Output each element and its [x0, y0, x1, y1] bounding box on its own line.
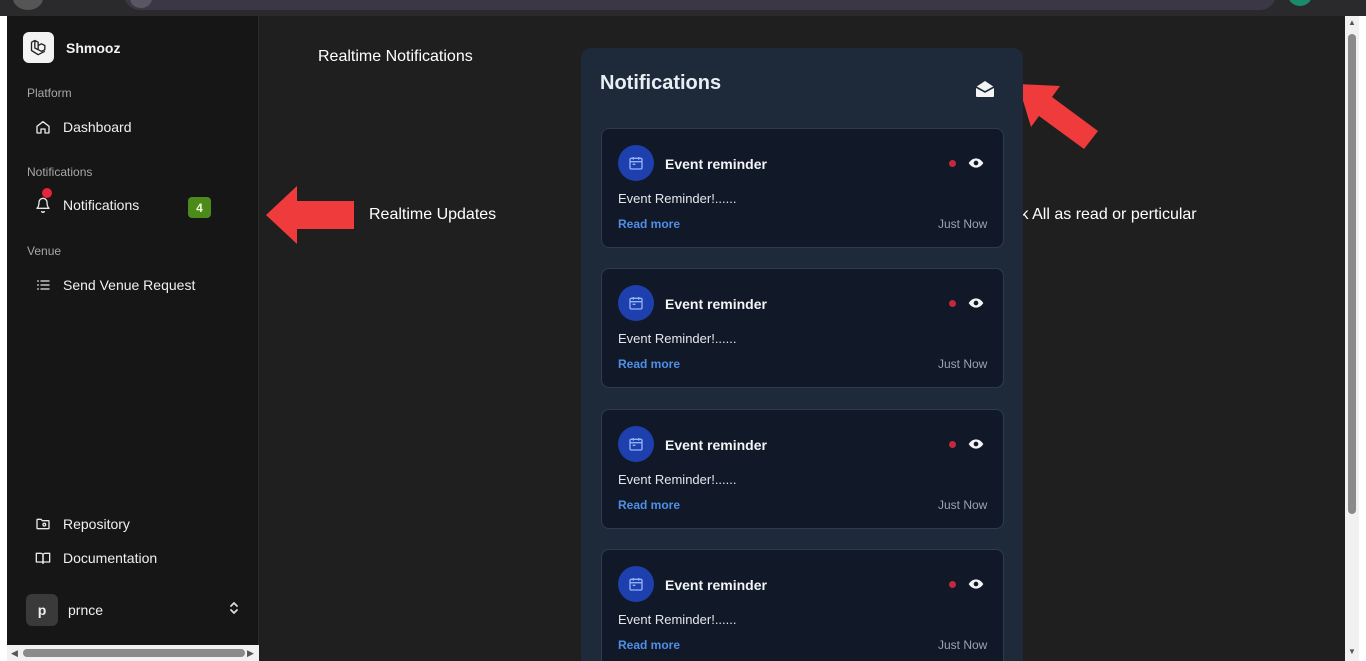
mark-all-read-button[interactable] — [975, 80, 995, 98]
calendar-icon — [618, 285, 654, 321]
horizontal-scroll-thumb[interactable] — [23, 649, 245, 657]
eye-icon — [968, 439, 984, 456]
sidebar-item-repository[interactable]: Repository — [34, 515, 130, 533]
sidebar-item-label: Notifications — [63, 197, 140, 213]
browser-address-bar[interactable] — [124, 0, 1276, 10]
notification-title: Event reminder — [665, 296, 767, 312]
notification-card[interactable]: Event reminder Event Reminder!...... Rea… — [601, 128, 1004, 248]
notification-card[interactable]: Event reminder Event Reminder!...... Rea… — [601, 268, 1004, 388]
annotation-arrow-diagonal — [1018, 84, 1098, 149]
bell-icon — [34, 188, 52, 214]
sidebar-item-label: Dashboard — [63, 119, 132, 135]
annotation-realtime-updates: Realtime Updates — [369, 206, 497, 223]
mark-read-button[interactable] — [968, 295, 984, 311]
notification-message: Event Reminder!...... — [618, 612, 737, 627]
book-open-icon — [34, 549, 52, 567]
panel-title: Notifications — [600, 72, 722, 94]
vertical-scrollbar[interactable]: ▲ ▼ — [1345, 16, 1359, 661]
eye-icon — [968, 298, 984, 315]
scroll-left-icon[interactable]: ◀ — [11, 648, 18, 659]
site-info-icon[interactable] — [130, 0, 152, 8]
browser-top-strip — [0, 0, 1366, 16]
unread-indicator — [949, 441, 956, 448]
sidebar-item-send-venue-request[interactable]: Send Venue Request — [34, 276, 195, 294]
calendar-icon — [618, 145, 654, 181]
sidebar-item-dashboard[interactable]: Dashboard — [34, 118, 132, 136]
notification-message: Event Reminder!...... — [618, 472, 737, 487]
user-name: prnce — [68, 602, 104, 618]
read-more-link[interactable]: Read more — [618, 357, 680, 371]
user-menu[interactable]: p prnce — [26, 594, 240, 626]
scroll-down-icon[interactable]: ▼ — [1348, 647, 1356, 656]
calendar-icon — [618, 426, 654, 462]
laravel-logo-icon — [23, 32, 54, 63]
notification-time: Just Now — [938, 217, 988, 231]
notification-title: Event reminder — [665, 156, 767, 172]
sidebar: Shmooz Platform Dashboard Notifications … — [7, 16, 259, 645]
unread-indicator — [949, 300, 956, 307]
annotation-arrow-left — [266, 186, 354, 244]
mark-read-button[interactable] — [968, 436, 984, 452]
app-name: Shmooz — [66, 39, 121, 56]
annotation-mark-all: Mark All as read or perticular — [993, 206, 1197, 223]
notification-card[interactable]: Event reminder Event Reminder!...... Rea… — [601, 549, 1004, 661]
chevrons-up-down-icon — [228, 601, 240, 620]
sidebar-item-label: Repository — [63, 516, 130, 532]
sidebar-item-documentation[interactable]: Documentation — [34, 549, 157, 567]
mark-read-button[interactable] — [968, 155, 984, 171]
sidebar-item-label: Send Venue Request — [63, 277, 196, 293]
sidebar-item-notifications[interactable]: Notifications — [34, 188, 140, 214]
avatar: p — [26, 594, 58, 626]
sidebar-item-label: Documentation — [63, 550, 158, 566]
vertical-scroll-thumb[interactable] — [1348, 34, 1356, 514]
notifications-panel: Notifications Event reminder Event Remin… — [581, 48, 1023, 661]
read-more-link[interactable]: Read more — [618, 217, 680, 231]
scroll-right-icon[interactable]: ▶ — [247, 648, 254, 659]
section-label-platform: Platform — [27, 86, 72, 100]
scroll-up-icon[interactable]: ▲ — [1348, 18, 1356, 27]
read-more-link[interactable]: Read more — [618, 498, 680, 512]
mark-read-button[interactable] — [968, 576, 984, 592]
annotation-realtime-notifications: Realtime Notifications — [318, 48, 473, 65]
eye-icon — [968, 579, 984, 596]
notification-card[interactable]: Event reminder Event Reminder!...... Rea… — [601, 409, 1004, 529]
calendar-icon — [618, 566, 654, 602]
horizontal-scrollbar[interactable]: ◀ ▶ — [7, 645, 259, 661]
eye-icon — [968, 158, 984, 175]
notification-title: Event reminder — [665, 577, 767, 593]
notification-time: Just Now — [938, 498, 988, 512]
notification-title: Event reminder — [665, 437, 767, 453]
folder-git-icon — [34, 515, 52, 533]
notification-time: Just Now — [938, 638, 988, 652]
notification-time: Just Now — [938, 357, 988, 371]
notification-message: Event Reminder!...... — [618, 331, 737, 346]
notification-message: Event Reminder!...... — [618, 191, 737, 206]
section-label-venue: Venue — [27, 244, 62, 258]
unread-indicator — [949, 581, 956, 588]
section-label-notifications: Notifications — [27, 165, 93, 179]
window-edge-right — [1359, 16, 1366, 661]
unread-indicator — [949, 160, 956, 167]
read-more-link[interactable]: Read more — [618, 638, 680, 652]
realtime-indicator-dot — [42, 188, 52, 198]
envelope-open-icon — [975, 81, 995, 102]
browser-profile-avatar[interactable] — [1288, 0, 1312, 6]
list-icon — [34, 276, 52, 294]
window-edge-left — [0, 16, 7, 661]
notification-count-badge: 4 — [188, 197, 211, 218]
home-icon — [34, 118, 52, 136]
brand[interactable]: Shmooz — [23, 32, 120, 63]
browser-back-button[interactable] — [13, 0, 43, 10]
